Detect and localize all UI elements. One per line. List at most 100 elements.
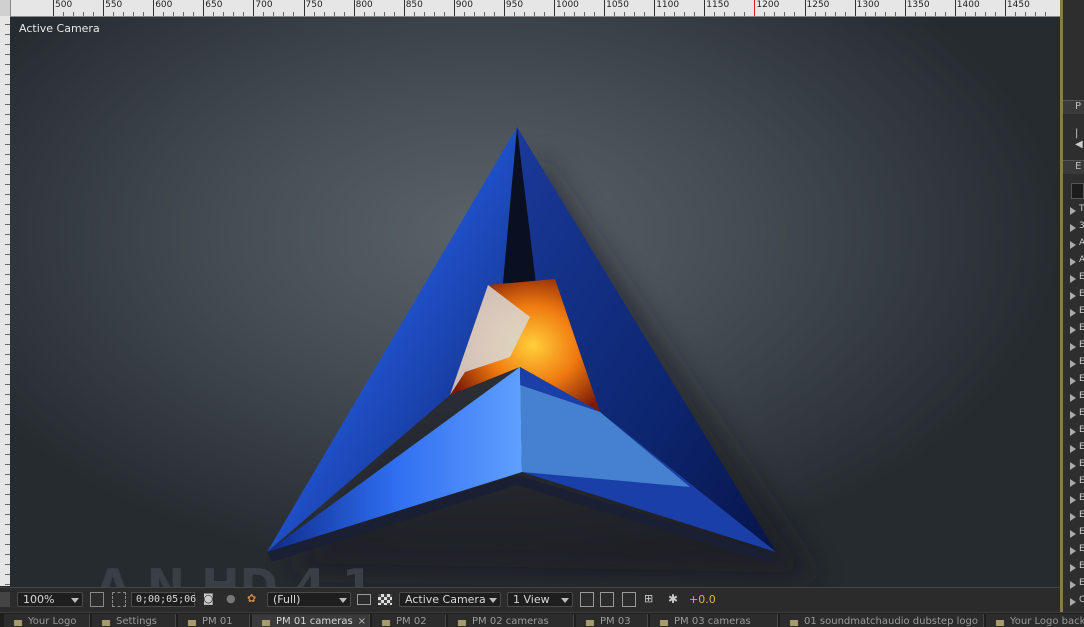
effects-category-item[interactable]: E: [1079, 374, 1084, 384]
ruler-minor-tick: [493, 12, 495, 16]
expand-triangle-icon[interactable]: [1070, 428, 1076, 436]
timeline-icon[interactable]: [622, 592, 636, 607]
show-snapshot-icon[interactable]: ●: [226, 592, 240, 607]
effects-category-item[interactable]: E: [1079, 578, 1084, 588]
ruler-tick-label: 600: [155, 0, 173, 10]
effects-category-item[interactable]: E: [1079, 561, 1084, 571]
expand-triangle-icon[interactable]: [1070, 258, 1076, 266]
expand-triangle-icon[interactable]: [1070, 224, 1076, 232]
composition-tab[interactable]: Your Logo: [4, 614, 90, 627]
composition-tab[interactable]: PM 02: [372, 614, 446, 627]
tab-label: Settings: [116, 616, 158, 627]
timecode-field[interactable]: 0;00;05;06: [131, 592, 197, 607]
exposure-value[interactable]: +0.0: [689, 592, 719, 607]
camera-view-value: Active Camera: [405, 593, 486, 606]
first-frame-icon[interactable]: |◀: [1075, 128, 1084, 150]
fast-previews-icon[interactable]: [600, 592, 614, 607]
expand-triangle-icon[interactable]: [1070, 496, 1076, 504]
title-safe-icon[interactable]: [112, 592, 126, 607]
preview-panel-header[interactable]: P: [1063, 100, 1084, 114]
expand-triangle-icon[interactable]: [1070, 513, 1076, 521]
ruler-corner[interactable]: [0, 0, 11, 16]
effects-category-item[interactable]: E: [1079, 510, 1084, 520]
effects-category-item[interactable]: E: [1079, 391, 1084, 401]
expand-triangle-icon[interactable]: [1070, 598, 1076, 606]
effects-category-item[interactable]: E: [1079, 442, 1084, 452]
color-channels-icon[interactable]: ✿: [247, 592, 261, 607]
timecode-value: 0;00;05;06: [136, 594, 197, 605]
toggle-panel-icon[interactable]: [0, 592, 10, 607]
expand-triangle-icon[interactable]: [1070, 530, 1076, 538]
expand-triangle-icon[interactable]: [1070, 394, 1076, 402]
snapshot-camera-icon[interactable]: ◙: [203, 592, 217, 607]
expand-triangle-icon[interactable]: [1070, 581, 1076, 589]
expand-triangle-icon[interactable]: [1070, 326, 1076, 334]
composition-viewer[interactable]: A N HD 4 1 Active Camera: [10, 17, 1060, 587]
effects-category-item[interactable]: 3: [1079, 221, 1084, 231]
expand-triangle-icon[interactable]: [1070, 445, 1076, 453]
flowchart-icon[interactable]: ⊞: [644, 592, 658, 607]
expand-triangle-icon[interactable]: [1070, 564, 1076, 572]
effects-category-item[interactable]: E: [1079, 357, 1084, 367]
effects-category-item[interactable]: E: [1079, 289, 1084, 299]
ruler-minor-tick: [734, 12, 736, 16]
ruler-minor-tick: [183, 12, 185, 16]
transparency-grid-icon[interactable]: [378, 594, 392, 605]
pixel-aspect-icon[interactable]: [580, 592, 594, 607]
effects-category-item[interactable]: E: [1079, 306, 1084, 316]
expand-triangle-icon[interactable]: [1070, 547, 1076, 555]
ruler-minor-tick: [934, 12, 936, 16]
composition-tab[interactable]: Your Logo backgro: [986, 614, 1084, 627]
expand-triangle-icon[interactable]: [1070, 360, 1076, 368]
expand-triangle-icon[interactable]: [1070, 377, 1076, 385]
effects-category-item[interactable]: E: [1079, 408, 1084, 418]
expand-triangle-icon[interactable]: [1070, 207, 1076, 215]
ruler-minor-tick: [894, 12, 896, 16]
expand-triangle-icon[interactable]: [1070, 292, 1076, 300]
expand-triangle-icon[interactable]: [1070, 343, 1076, 351]
effects-category-item[interactable]: T: [1079, 204, 1084, 214]
expand-triangle-icon[interactable]: [1070, 309, 1076, 317]
ruler-tick-label: 1350: [906, 0, 930, 10]
expand-triangle-icon[interactable]: [1070, 479, 1076, 487]
resolution-dropdown[interactable]: (Full): [267, 592, 351, 607]
region-of-interest-icon[interactable]: [357, 594, 371, 605]
composition-tab[interactable]: PM 01: [178, 614, 250, 627]
view-layout-dropdown[interactable]: 1 View: [507, 592, 573, 607]
composition-tab[interactable]: 01 soundmatchaudio dubstep logo: [780, 614, 984, 627]
effects-panel-header[interactable]: E: [1063, 160, 1084, 174]
effects-category-item[interactable]: E: [1079, 323, 1084, 333]
ruler-minor-tick: [594, 12, 595, 16]
ruler-minor-tick: [744, 12, 746, 16]
expand-triangle-icon[interactable]: [1070, 462, 1076, 470]
camera-view-dropdown[interactable]: Active Camera: [399, 592, 501, 607]
expand-triangle-icon[interactable]: [1070, 241, 1076, 249]
ruler-tick-label: 1400: [956, 0, 980, 10]
close-tab-icon[interactable]: ×: [358, 614, 366, 627]
expand-triangle-icon[interactable]: [1070, 411, 1076, 419]
zoom-dropdown[interactable]: 100%: [17, 592, 83, 607]
effects-category-item[interactable]: E: [1079, 493, 1084, 503]
tab-label: 01 soundmatchaudio dubstep logo: [804, 616, 978, 627]
effects-category-item[interactable]: E: [1079, 459, 1084, 469]
effects-category-item[interactable]: A: [1079, 255, 1084, 265]
effects-category-item[interactable]: A: [1079, 238, 1084, 248]
effects-category-item[interactable]: E: [1079, 476, 1084, 486]
composition-tab[interactable]: Settings: [92, 614, 176, 627]
ruler-minor-tick: [113, 12, 115, 16]
expand-triangle-icon[interactable]: [1070, 275, 1076, 283]
reset-exposure-icon[interactable]: ✱: [668, 592, 682, 607]
effects-category-item[interactable]: E: [1079, 272, 1084, 282]
composition-tab[interactable]: PM 01 cameras ×: [252, 614, 370, 627]
fit-frame-icon[interactable]: [90, 592, 104, 607]
effects-category-item[interactable]: E: [1079, 340, 1084, 350]
effects-category-item[interactable]: C: [1079, 595, 1084, 605]
composition-tab[interactable]: PM 03: [576, 614, 648, 627]
effects-search-icon[interactable]: [1071, 183, 1084, 199]
tab-label: Your Logo: [28, 616, 77, 627]
composition-tab[interactable]: PM 02 cameras: [448, 614, 574, 627]
effects-category-item[interactable]: E: [1079, 527, 1084, 537]
effects-category-item[interactable]: E: [1079, 544, 1084, 554]
composition-tab[interactable]: PM 03 cameras: [650, 614, 778, 627]
effects-category-item[interactable]: E: [1079, 425, 1084, 435]
